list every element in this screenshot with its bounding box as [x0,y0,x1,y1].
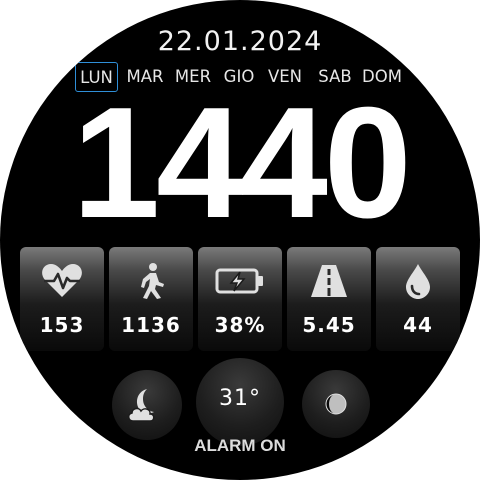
weather-button[interactable] [112,370,182,440]
battery-tile[interactable]: 38% [198,247,282,351]
heart-rate-tile[interactable]: 153 [20,247,104,351]
battery-value: 38% [214,313,266,337]
steps-value: 1136 [121,313,181,337]
water-drop-icon [376,261,460,301]
date-display: 22.01.2024 [157,26,323,57]
water-value: 44 [403,313,433,337]
temperature-button[interactable]: 31° [196,358,284,446]
steps-icon [109,261,193,301]
night-cloud-icon [112,370,182,440]
moon-phase-icon [302,370,370,438]
moon-phase-button[interactable] [302,370,370,438]
time-display: 1440 [72,75,412,251]
distance-road-icon [287,261,371,301]
steps-tile[interactable]: 1136 [109,247,193,351]
distance-tile[interactable]: 5.45 [287,247,371,351]
distance-value: 5.45 [302,313,356,337]
battery-charging-icon [198,261,282,301]
alarm-status[interactable]: ALARM ON [0,436,480,456]
temperature-value: 31° [219,385,261,411]
temperature-wrap: 31° [196,358,284,438]
heart-rate-icon [20,261,104,301]
water-tile[interactable]: 44 [376,247,460,351]
stats-row: 153 1136 38% 5.45 44 [20,247,460,351]
watch-face: 22.01.2024 LUN MAR MER GIO VEN SAB DOM 1… [0,0,480,480]
heart-rate-value: 153 [39,313,85,337]
